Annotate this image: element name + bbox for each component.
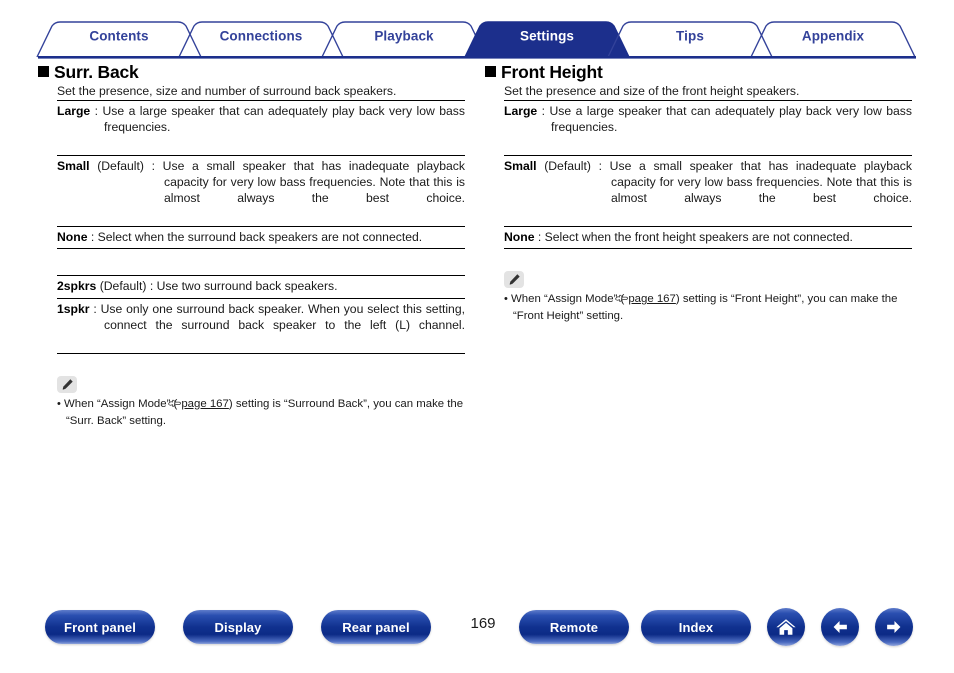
arrow-right-icon (883, 616, 905, 638)
note-text-before: When “Assign Mode” ( (511, 293, 625, 306)
option-description: Select when the front height speakers ar… (544, 230, 853, 245)
option-row: Large : Use a large speaker that can ade… (504, 101, 912, 156)
footer-button-display[interactable]: Display (183, 610, 293, 644)
pencil-glyph (62, 378, 73, 390)
option-row: Large : Use a large speaker that can ade… (57, 101, 465, 156)
right-column: Front Height Set the presence and size o… (485, 62, 912, 324)
option-description: Use a large speaker that can adequately … (549, 104, 912, 135)
top-tab-bar: Contents Connections Playback Settings Tips A… (0, 0, 954, 60)
note-block-right: • When “Assign Mode” (page 167) setting … (504, 271, 914, 324)
tab-settings[interactable]: Settings (480, 29, 614, 44)
page-link-left[interactable]: page 167 (181, 398, 229, 410)
footer-button-rear-panel[interactable]: Rear panel (321, 610, 431, 644)
term-separator: : (90, 104, 103, 118)
section-description-right: Set the presence and size of the front h… (504, 84, 800, 98)
left-column: Surr. Back Set the presence, size and nu… (38, 62, 465, 429)
option-description: Use a small speaker that has inadequate … (609, 158, 912, 206)
option-row: Small (Default) : Use a small speaker th… (57, 156, 465, 228)
page-link-right[interactable]: page 167 (628, 293, 676, 305)
section-title-text: Surr. Back (54, 62, 139, 82)
option-row: None : Select when the surround back spe… (57, 227, 465, 250)
tab-connections[interactable]: Connections (194, 29, 328, 44)
option-description: Use a small speaker that has inadequate … (162, 158, 465, 206)
footer-home-button[interactable] (767, 608, 805, 646)
option-term: None (504, 230, 535, 245)
term-separator: : (590, 158, 610, 173)
page-title-left: Surr. Back (38, 62, 465, 82)
home-icon (775, 616, 797, 638)
page-number: 169 (470, 615, 496, 632)
option-term: Small (57, 158, 90, 173)
settings-options-table-right: Large : Use a large speaker that can ade… (504, 100, 912, 250)
option-row: None : Select when the front height spea… (504, 227, 912, 250)
note-text-left: • When “Assign Mode” (page 167) setting … (57, 397, 467, 429)
speaker-count-row: 1spkr : Use only one surround back speak… (57, 299, 465, 354)
default-tag: (Default) (536, 158, 591, 173)
pencil-icon (504, 271, 524, 289)
tab-playback[interactable]: Playback (337, 29, 471, 44)
square-bullet-icon (485, 66, 496, 77)
tab-appendix[interactable]: Appendix (766, 29, 900, 44)
option-description: Use a large speaker that can adequately … (102, 104, 465, 135)
term-separator: : (146, 279, 157, 294)
option-term: 2spkrs (57, 279, 97, 294)
option-term: None (57, 230, 88, 245)
footer-arrow-left-button[interactable] (821, 608, 859, 646)
note-text-right: • When “Assign Mode” (page 167) setting … (504, 292, 914, 324)
option-description: Use two surround back speakers. (156, 279, 338, 294)
option-description: Use only one surround back speaker. When… (100, 301, 465, 332)
note-bullet: • (57, 397, 61, 410)
tab-tips[interactable]: Tips (623, 29, 757, 44)
speaker-count-row: 2spkrs (Default) : Use two surround back… (57, 276, 465, 299)
option-term: 1spkr (57, 301, 90, 316)
term-separator: : (534, 230, 545, 245)
pencil-glyph (509, 274, 520, 285)
speaker-count-options-table: 2spkrs (Default) : Use two surround back… (57, 275, 465, 354)
settings-options-table-left: Large : Use a large speaker that can ade… (57, 100, 465, 250)
footer-button-remote[interactable]: Remote (519, 610, 629, 644)
option-term: Small (504, 158, 537, 173)
section-title-text: Front Height (501, 62, 603, 82)
footer-button-front-panel[interactable]: Front panel (45, 610, 155, 644)
footer-navigation: Front panel Display Rear panel Remote Index … (0, 603, 954, 663)
option-row: Small (Default) : Use a small speaker th… (504, 156, 912, 228)
term-separator: : (89, 301, 101, 316)
term-separator: : (537, 104, 550, 118)
option-term: Large (57, 104, 91, 118)
pencil-icon (57, 375, 77, 393)
section-description-left: Set the presence, size and number of sur… (57, 84, 397, 98)
square-bullet-icon (38, 66, 49, 77)
default-tag: (Default) (89, 158, 144, 173)
term-separator: : (143, 158, 163, 173)
note-block-left: • When “Assign Mode” (page 167) setting … (57, 375, 467, 429)
term-separator: : (87, 230, 98, 245)
default-tag: (Default) (96, 279, 147, 294)
tab-contents[interactable]: Contents (52, 29, 186, 44)
footer-arrow-right-button[interactable] (875, 608, 913, 646)
footer-button-index[interactable]: Index (641, 610, 751, 644)
option-description: Select when the surround back speakers a… (97, 230, 423, 245)
note-text-before: When “Assign Mode” ( (64, 397, 178, 410)
page-title-right: Front Height (485, 62, 912, 82)
note-bullet: • (504, 293, 508, 306)
arrow-left-icon (829, 616, 851, 638)
option-term: Large (504, 104, 538, 118)
